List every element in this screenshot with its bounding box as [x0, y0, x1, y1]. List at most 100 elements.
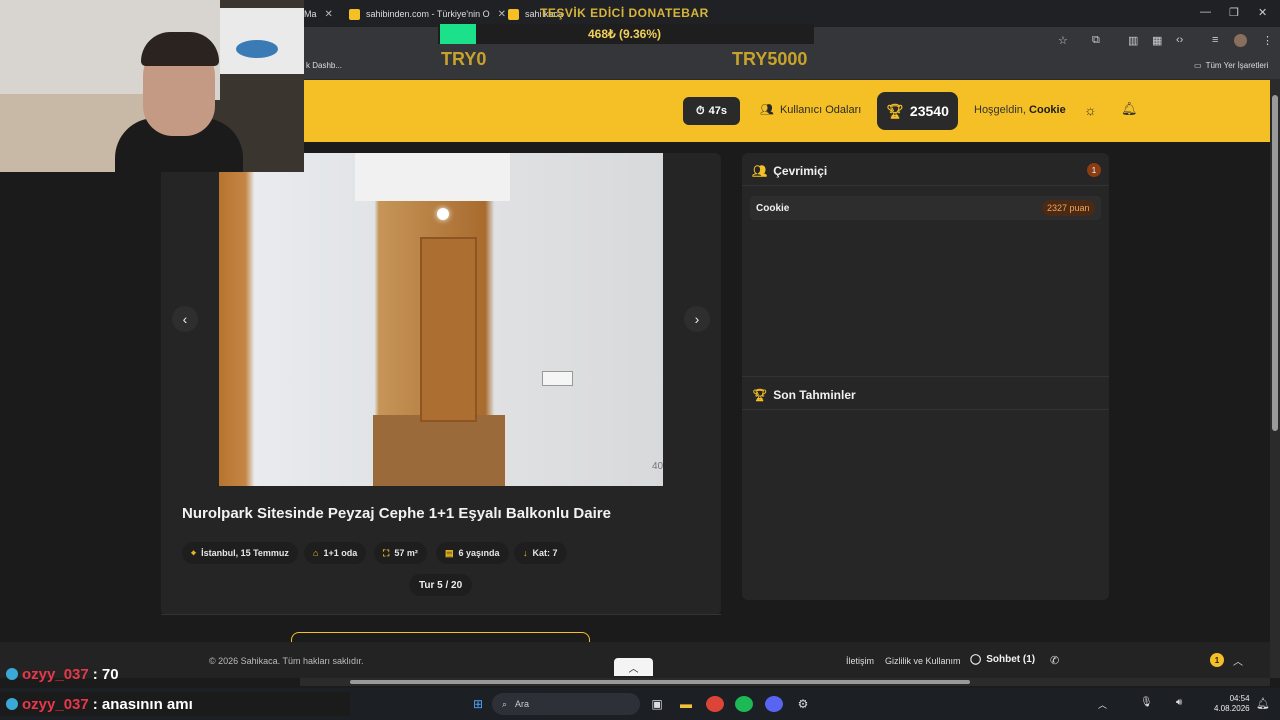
users-icon: 👥︎ [760, 104, 774, 116]
contact-link[interactable]: İletişim [846, 656, 874, 666]
taskbar-search[interactable]: ⌕ Ara [492, 693, 640, 715]
round-value: 5 / 20 [437, 579, 463, 591]
divider [742, 409, 1109, 410]
chip-area-label: 57 m² [394, 548, 418, 558]
windows-start-icon[interactable]: ⊞ [469, 696, 487, 712]
folder-icon: ▭ [1194, 61, 1202, 70]
close-icon[interactable]: ✕ [325, 9, 333, 20]
star-icon[interactable]: ☆ [1058, 34, 1068, 47]
donation-max: TRY5000 [732, 49, 808, 69]
file-explorer-icon[interactable]: ▬ [677, 696, 695, 712]
building-icon: ▤ [445, 547, 454, 558]
trophy-icon: 🏆︎ [886, 102, 904, 119]
timer-value: 47s [708, 105, 727, 117]
theme-toggle-sun-icon[interactable]: ☼ [1084, 102, 1097, 118]
privacy-link[interactable]: Gizlilik ve Kullanım [885, 656, 961, 666]
chrome-icon[interactable] [706, 696, 724, 712]
divider [742, 185, 1109, 186]
round-timer: ⏱ 47s [683, 97, 740, 125]
next-photo-button[interactable]: › [684, 306, 710, 332]
online-count-badge: 1 [1087, 163, 1101, 177]
donation-title: TEŞVİK EDİCİ DONATEBAR [540, 6, 709, 20]
bookmark-dashboard[interactable]: k Dashb... [306, 61, 342, 70]
chat-message: : anasının amı [92, 695, 193, 713]
chat-button[interactable]: ◯ Sohbet (1) [970, 654, 1035, 665]
tab-2[interactable]: sahibinden.com - Türkiye'nin O ✕ [349, 3, 506, 25]
photo-light [437, 208, 449, 220]
notifications-icon[interactable]: 🔔︎ [1256, 697, 1270, 710]
vertical-scrollbar-thumb[interactable] [1272, 95, 1278, 431]
close-window-icon[interactable]: ✕ [1258, 6, 1267, 19]
recent-guesses-header: 🏆︎ Son Tahminler [752, 388, 856, 402]
task-view-icon[interactable]: ▣ [648, 696, 666, 712]
photo-counter: 40 [652, 461, 664, 472]
chevron-up-icon[interactable]: ︿ [1233, 653, 1243, 668]
volume-icon[interactable]: 🔊︎ [1176, 697, 1182, 708]
tab-2-label: sahibinden.com - Türkiye'nin O [366, 9, 490, 19]
round-indicator: Tur 5 / 20 [409, 574, 473, 596]
menu-icon[interactable]: ⋮ [1262, 34, 1273, 47]
online-title: Çevrimiçi [773, 164, 828, 178]
phone-icon[interactable]: ✆ [1050, 654, 1059, 667]
stream-chat-line: ozyy_037 : anasının amı [0, 692, 350, 716]
stopwatch-icon: ⏱ [696, 104, 705, 117]
taskbar-clock[interactable]: 04:54 4.08.2026 [1214, 694, 1250, 714]
user-rooms-link[interactable]: 👥︎ Kullanıcı Odaları [760, 103, 861, 117]
spotify-icon[interactable] [735, 696, 753, 712]
chat-badge-icon [6, 668, 18, 680]
previous-photo-button[interactable]: ‹ [172, 306, 198, 332]
profile-avatar[interactable] [1234, 34, 1247, 47]
users-icon: 👥︎ [752, 164, 768, 178]
photo-door [420, 237, 477, 422]
photo-switch [542, 371, 573, 386]
greeting-text: Hoşgeldin, [974, 104, 1026, 116]
chevron-right-icon: › [694, 311, 700, 327]
score-value: 23540 [909, 103, 949, 119]
chat-icon: ◯ [970, 654, 982, 665]
tray-chevron-up-icon[interactable]: ︿ [1098, 698, 1107, 711]
chat-username: ozyy_037 [22, 665, 89, 683]
score-badge: 🏆︎ 23540 [877, 92, 958, 130]
microphone-icon[interactable]: 🎙︎ [1140, 697, 1153, 708]
sahibinden-favicon-icon [349, 8, 360, 20]
all-bookmarks[interactable]: ▭ Tüm Yer İşaretleri [1194, 61, 1268, 70]
online-header: 👥︎ Çevrimiçi [752, 164, 827, 178]
floor-icon: ↓ [523, 548, 528, 558]
chip-floor-label: Kat: 7 [532, 548, 558, 558]
area-icon: ⛶ [383, 547, 390, 558]
discord-icon[interactable] [765, 696, 783, 712]
horizontal-scrollbar-thumb[interactable] [350, 680, 970, 684]
restore-icon[interactable]: ❐ [1229, 6, 1239, 19]
taskbar-search-placeholder: Ara [515, 699, 530, 709]
divider [742, 376, 1109, 377]
photo-ceiling [355, 153, 510, 201]
scroll-top-button[interactable]: ︿ [614, 658, 653, 676]
minimize-icon[interactable]: — [1200, 6, 1211, 18]
round-label: Tur [419, 579, 435, 591]
webcam-person-hair [141, 32, 219, 66]
all-bookmarks-label: Tüm Yer İşaretleri [1205, 61, 1269, 70]
online-user-points: 2327 puan [1042, 200, 1095, 216]
code-icon[interactable]: ‹› [1176, 34, 1183, 46]
chat-badge-icon [6, 698, 18, 710]
chevron-left-icon: ‹ [182, 311, 188, 327]
chevron-up-icon: ︿ [628, 663, 639, 675]
app-icon[interactable]: ⚙ [794, 696, 812, 712]
media-icon[interactable]: ≡ [1212, 34, 1218, 46]
chip-location-label: İstanbul, 15 Temmuz [201, 548, 289, 558]
chip-rooms: ⌂ 1+1 oda [304, 542, 367, 564]
chip-age: ▤ 6 yaşında [436, 542, 509, 564]
trash-icon[interactable]: ▥ [1128, 34, 1138, 47]
bell-icon[interactable]: 🔔︎ [1121, 101, 1138, 117]
clock-time: 04:54 [1229, 694, 1250, 703]
online-username: Cookie [756, 203, 790, 214]
chip-floor: ↓ Kat: 7 [514, 542, 567, 564]
close-icon[interactable]: ✕ [498, 9, 506, 20]
grid-icon[interactable]: ▦ [1152, 34, 1162, 47]
divider [161, 614, 721, 615]
location-icon: ⌖ [191, 547, 197, 558]
tab-1[interactable]: Ma ✕ [304, 3, 333, 25]
donation-bar-fill [440, 24, 476, 44]
chat-message: : 70 [92, 665, 119, 683]
extensions-icon[interactable]: ⧉ [1092, 34, 1100, 47]
